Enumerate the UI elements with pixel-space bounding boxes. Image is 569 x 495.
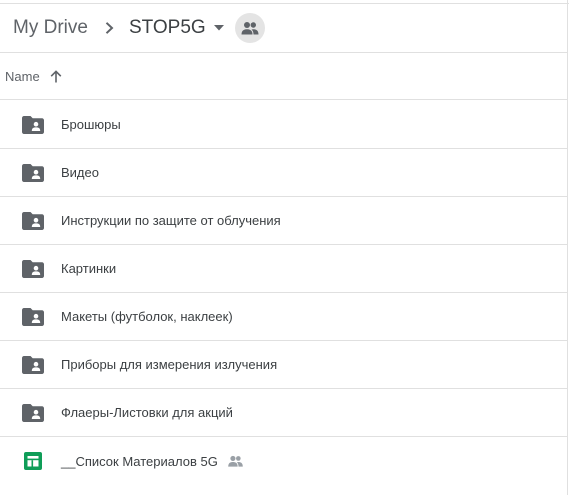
file-list: Брошюры Видео Инструкции по защите от об… <box>0 101 567 485</box>
file-name: Флаеры-Листовки для акций <box>61 405 233 420</box>
shared-with-button[interactable] <box>234 13 265 43</box>
shared-folder-icon <box>21 113 45 137</box>
arrow-up-icon[interactable] <box>48 68 64 84</box>
list-item[interactable]: Приборы для измерения излучения <box>0 341 567 389</box>
shared-folder-icon <box>21 305 45 329</box>
file-name: Приборы для измерения излучения <box>61 357 278 372</box>
file-name: Макеты (футболок, наклеек) <box>61 309 233 324</box>
column-name-header[interactable]: Name <box>5 69 40 84</box>
breadcrumb-current-folder[interactable]: STOP5G <box>129 17 206 39</box>
file-name: Картинки <box>61 261 117 276</box>
people-icon <box>227 452 245 470</box>
drive-folder-view: My Drive STOP5G Name Брошюры Видео Инстр… <box>0 0 569 495</box>
column-header: Name <box>0 53 567 100</box>
shared-folder-icon <box>21 401 45 425</box>
shared-folder-icon <box>21 209 45 233</box>
list-item[interactable]: Брошюры <box>0 101 567 149</box>
chevron-right-icon <box>97 16 121 40</box>
list-item[interactable]: Флаеры-Листовки для акций <box>0 389 567 437</box>
shared-folder-icon <box>21 257 45 281</box>
shared-folder-icon <box>21 353 45 377</box>
list-item[interactable]: Картинки <box>0 245 567 293</box>
file-name: Брошюры <box>61 117 121 132</box>
list-item[interactable]: __Список Материалов 5G <box>0 437 567 485</box>
list-item[interactable]: Видео <box>0 149 567 197</box>
breadcrumb: My Drive STOP5G <box>0 4 567 52</box>
file-name: Инструкции по защите от облучения <box>61 213 281 228</box>
caret-down-icon[interactable] <box>210 19 228 37</box>
shared-folder-icon <box>21 161 45 185</box>
google-sheets-icon <box>21 449 45 473</box>
list-item[interactable]: Макеты (футболок, наклеек) <box>0 293 567 341</box>
file-name: __Список Материалов 5G <box>61 453 218 469</box>
file-name: Видео <box>61 165 99 180</box>
list-item[interactable]: Инструкции по защите от облучения <box>0 197 567 245</box>
breadcrumb-my-drive[interactable]: My Drive <box>13 17 88 39</box>
right-border <box>567 0 568 495</box>
people-icon <box>241 21 259 35</box>
